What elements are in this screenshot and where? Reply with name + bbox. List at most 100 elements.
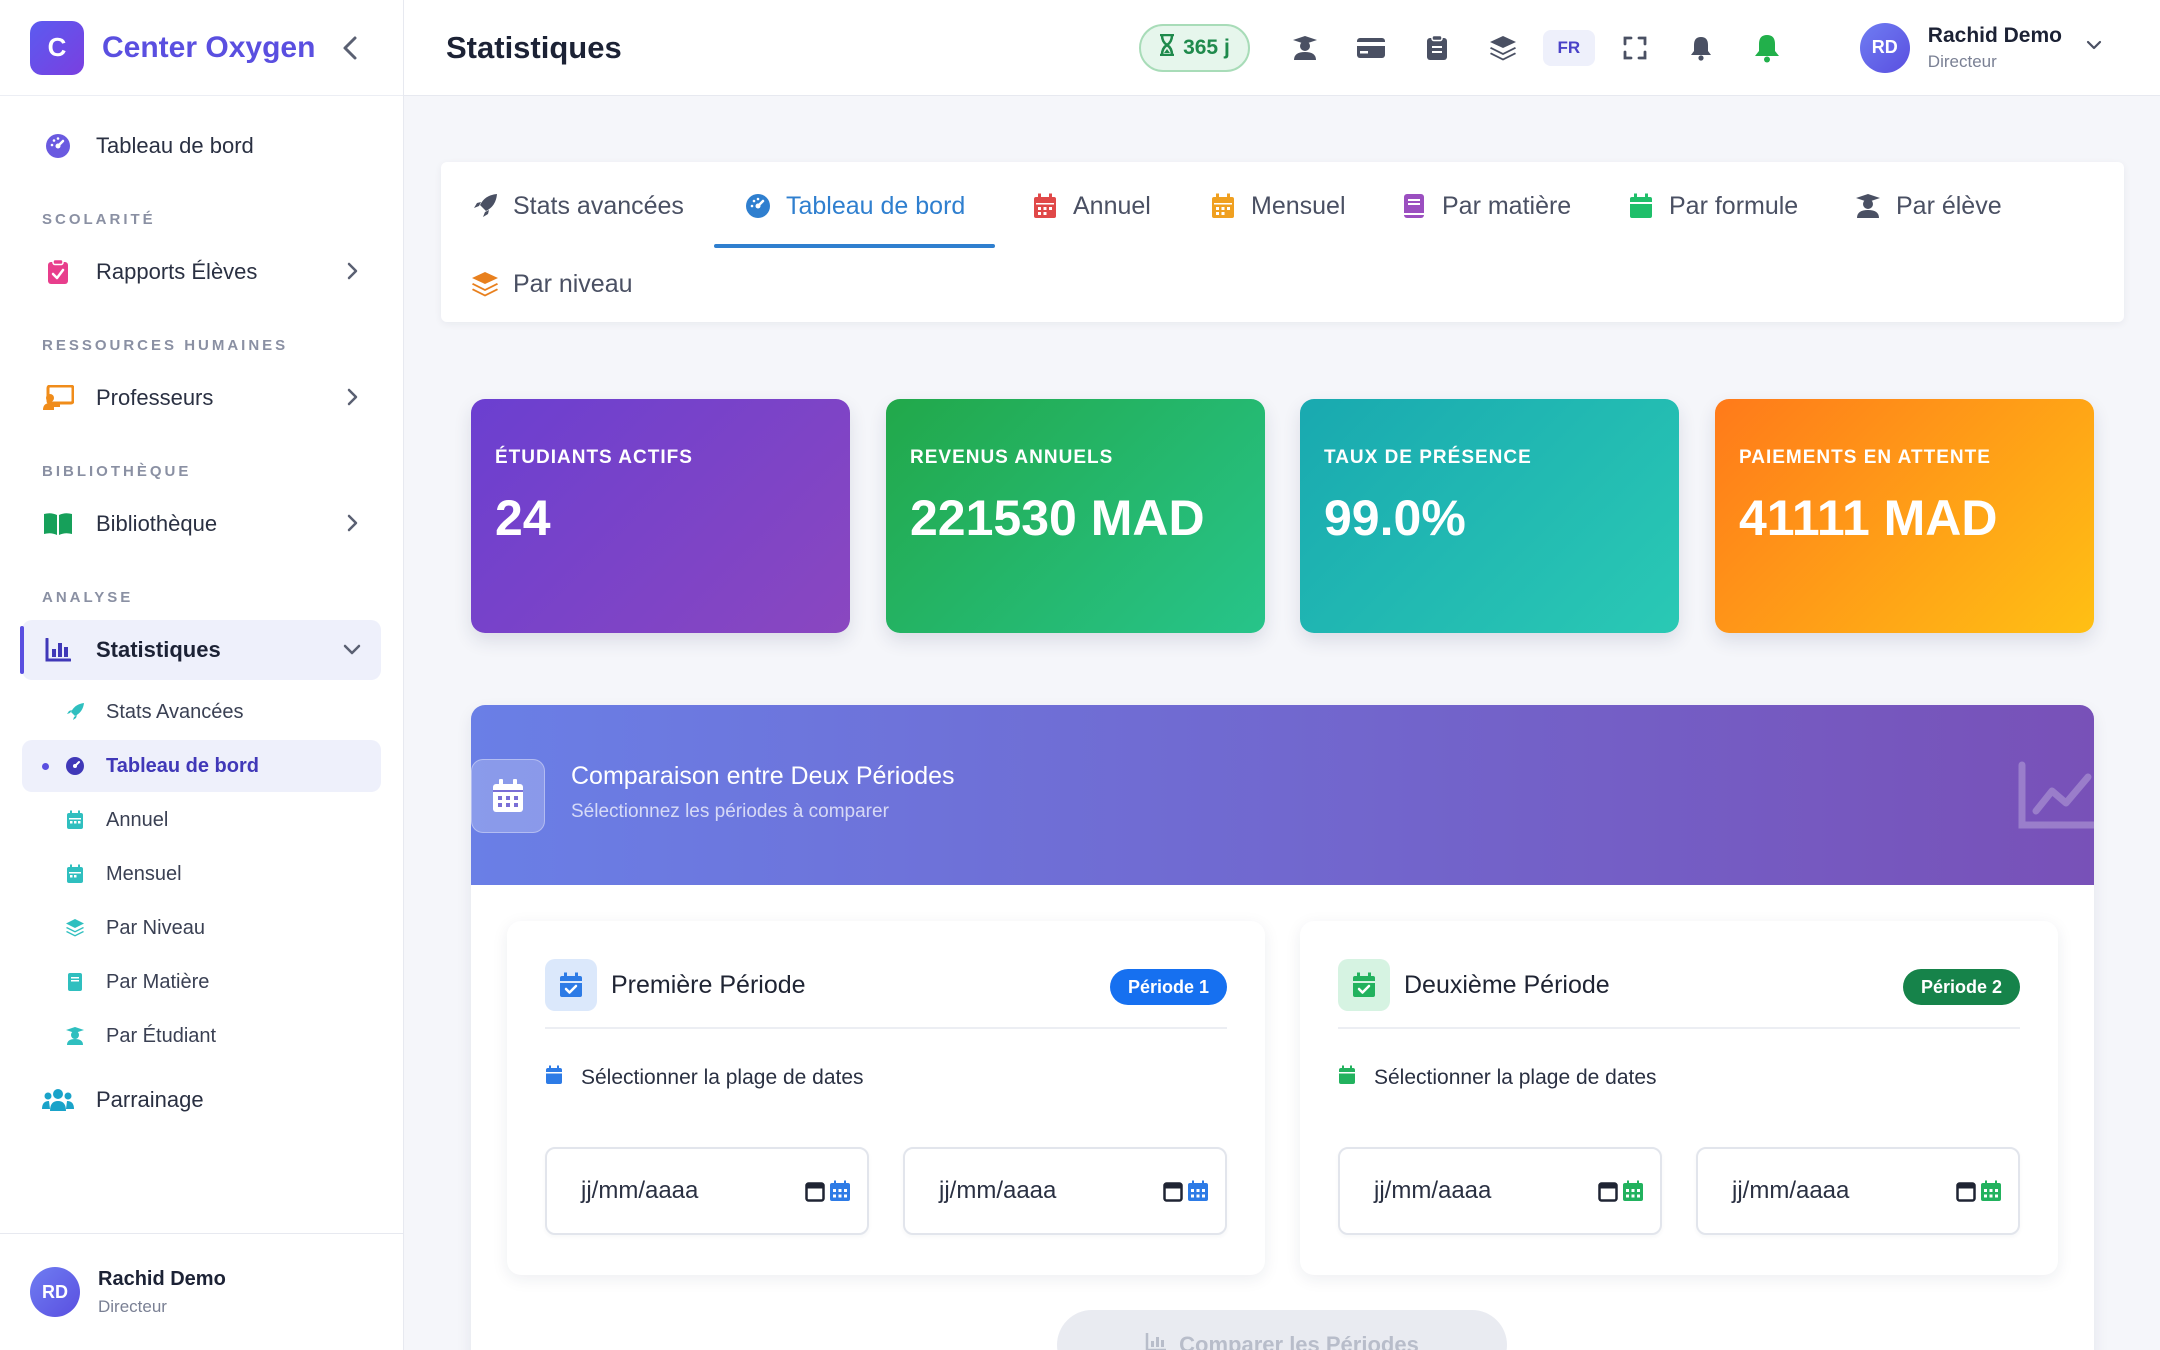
tab-par-eleve[interactable]: Par élève (1854, 166, 2002, 246)
date-picker-icons[interactable] (1956, 1180, 2002, 1202)
chevron-right-icon (341, 386, 363, 408)
tab-par-formule[interactable]: Par formule (1627, 166, 1798, 246)
rocket-icon (64, 701, 86, 723)
calendar-check-icon (1338, 959, 1390, 1011)
stat-label: TAUX DE PRÉSENCE (1324, 447, 1532, 468)
range-label-text: Sélectionner la plage de dates (581, 1066, 864, 1089)
date-picker-icons[interactable] (1163, 1180, 1209, 1202)
period-2-header: Deuxième Période Période 2 (1338, 959, 2020, 1029)
users-icon (42, 1084, 74, 1116)
layers-icon (64, 917, 86, 939)
calendar-grid-icon (1981, 1180, 2001, 1201)
comparison-subtitle: Sélectionnez les périodes à comparer (571, 801, 889, 822)
layers-icon[interactable] (1470, 24, 1536, 72)
user-name: Rachid Demo (98, 1267, 226, 1290)
sidebar-item-bibliotheque[interactable]: Bibliothèque (22, 494, 381, 554)
subitem-label: Par Niveau (106, 916, 205, 939)
calendar-picker-icon (1163, 1182, 1183, 1202)
brand-logo[interactable]: C (30, 20, 84, 75)
tab-par-matiere[interactable]: Par matière (1400, 166, 1571, 246)
period-2-title: Deuxième Période (1404, 971, 1610, 999)
compare-periods-button[interactable]: Comparer les Périodes (1057, 1310, 1507, 1350)
graduate-icon (1854, 192, 1882, 220)
sidebar-subitem-annuel[interactable]: Annuel (22, 794, 381, 846)
gauge-icon (64, 755, 86, 777)
clipboard-list-icon[interactable] (1404, 24, 1470, 72)
tab-label: Mensuel (1251, 191, 1346, 220)
compare-button-label: Comparer les Périodes (1179, 1332, 1419, 1350)
calendar-picker-icon (1598, 1182, 1618, 1202)
top-actions: 365 j FR RD Rachid Demo Directeur (1139, 22, 2160, 73)
topbar: Statistiques 365 j FR RD Rachid Demo Dir… (404, 0, 2160, 96)
section-scolarite: SCOLARITÉ (42, 211, 156, 228)
topbar-user-menu[interactable]: RD Rachid Demo Directeur (1859, 22, 2104, 73)
tab-mensuel[interactable]: Mensuel (1209, 166, 1346, 246)
sidebar-subitem-par-matiere[interactable]: Par Matière (22, 956, 381, 1008)
tab-label: Par élève (1896, 191, 2002, 220)
period-1-range-label: Sélectionner la plage de dates (545, 1065, 864, 1091)
date-picker-icons[interactable] (805, 1180, 851, 1202)
comparison-header: Comparaison entre Deux Périodes Sélectio… (471, 705, 2094, 885)
chevron-down-icon (2084, 35, 2104, 60)
gauge-icon (42, 130, 74, 162)
subitem-label: Annuel (106, 808, 169, 831)
sidebar: C Center Oxygen Tableau de bord SCOLARIT… (0, 0, 404, 1350)
sidebar-subitem-mensuel[interactable]: Mensuel (22, 848, 381, 900)
period-1-end-date-input[interactable]: jj/mm/aaaa (903, 1147, 1227, 1235)
brand-name[interactable]: Center Oxygen (102, 31, 315, 65)
page-title: Statistiques (446, 29, 622, 65)
user-name: Rachid Demo (1927, 23, 2062, 47)
stat-card-attendance-rate: TAUX DE PRÉSENCE 99.0% (1300, 399, 1679, 633)
user-role: Directeur (1927, 51, 1997, 71)
collapse-sidebar-icon[interactable] (337, 35, 363, 61)
sidebar-item-label: Statistiques (96, 637, 221, 662)
sidebar-item-label: Professeurs (96, 385, 214, 410)
sidebar-item-statistiques[interactable]: Statistiques (20, 620, 381, 680)
fullscreen-icon[interactable] (1602, 24, 1668, 72)
user-info: Rachid Demo Directeur (98, 1268, 226, 1317)
calendar-picker-icon (1956, 1182, 1976, 1202)
sidebar-subitem-stats-avancees[interactable]: Stats Avancées (22, 686, 381, 738)
bell-icon[interactable] (1668, 24, 1734, 72)
tab-annuel[interactable]: Annuel (1031, 166, 1151, 246)
calendar-icon (1209, 192, 1237, 220)
calendar-grid-icon (830, 1180, 850, 1201)
tab-par-niveau[interactable]: Par niveau (471, 244, 633, 324)
graduate-icon[interactable] (1272, 24, 1338, 72)
sidebar-nav: Tableau de bord SCOLARITÉ Rapports Élève… (0, 96, 403, 1130)
period-2-end-date-input[interactable]: jj/mm/aaaa (1696, 1147, 2020, 1235)
calendar-check-icon (1627, 192, 1655, 220)
sidebar-item-parrainage[interactable]: Parrainage (22, 1070, 381, 1130)
tab-tableau-de-bord[interactable]: Tableau de bord (713, 166, 996, 248)
tab-label: Annuel (1073, 191, 1151, 220)
sidebar-item-professeurs[interactable]: Professeurs (22, 368, 381, 428)
tab-stats-avancees[interactable]: Stats avancées (471, 166, 684, 246)
tab-label: Stats avancées (513, 191, 684, 220)
line-chart-icon (2018, 761, 2094, 831)
subitem-label: Par Matière (106, 970, 210, 993)
period-2-range-label: Sélectionner la plage de dates (1338, 1065, 1657, 1091)
credit-card-icon[interactable] (1338, 24, 1404, 72)
calendar-icon (64, 863, 86, 885)
calendar-icon (1031, 192, 1059, 220)
period-1-card: Première Période Période 1 Sélectionner … (507, 921, 1265, 1275)
sidebar-user-profile[interactable]: RD Rachid Demo Directeur (0, 1233, 403, 1350)
date-picker-icons[interactable] (1598, 1180, 1644, 1202)
stat-label: ÉTUDIANTS ACTIFS (495, 447, 693, 468)
sidebar-item-label: Parrainage (96, 1087, 204, 1112)
language-switcher[interactable]: FR (1542, 29, 1595, 66)
calendar-check-icon (545, 959, 597, 1011)
date-placeholder: jj/mm/aaaa (1732, 1177, 1850, 1204)
sidebar-subitem-par-niveau[interactable]: Par Niveau (22, 902, 381, 954)
comparison-title: Comparaison entre Deux Périodes (571, 762, 955, 790)
notification-bell-icon[interactable] (1734, 24, 1800, 72)
subitem-label: Mensuel (106, 862, 182, 885)
period-1-start-date-input[interactable]: jj/mm/aaaa (545, 1147, 869, 1235)
sidebar-item-dashboard[interactable]: Tableau de bord (22, 116, 381, 176)
sidebar-item-rapports[interactable]: Rapports Élèves (22, 242, 381, 302)
subscription-days-badge[interactable]: 365 j (1139, 23, 1250, 72)
period-2-start-date-input[interactable]: jj/mm/aaaa (1338, 1147, 1662, 1235)
sidebar-subitem-par-etudiant[interactable]: Par Étudiant (22, 1010, 381, 1062)
sidebar-subitem-tableau-de-bord[interactable]: Tableau de bord (22, 740, 381, 792)
calendar-icon (471, 759, 545, 833)
